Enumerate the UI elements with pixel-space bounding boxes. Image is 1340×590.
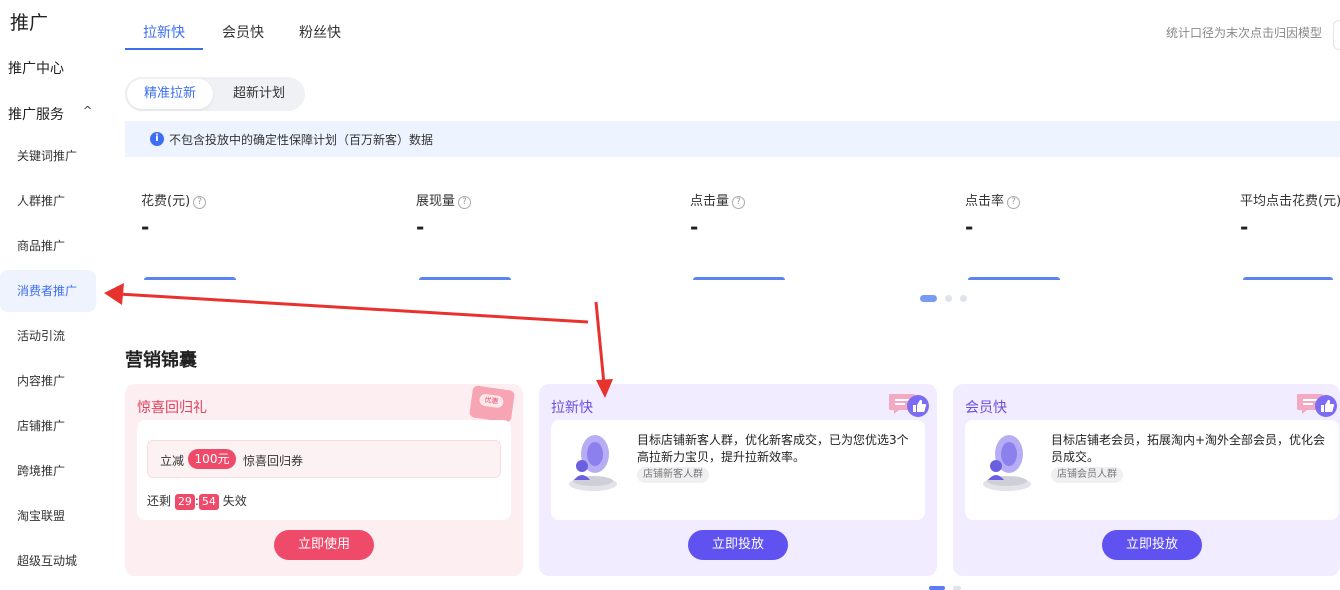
active-tab-indicator	[125, 48, 203, 50]
metric-value: -	[690, 215, 699, 239]
sidebar-item-keyword[interactable]: 关键词推广	[0, 135, 96, 177]
card-member: 会员快 目标店铺老会员，拓展淘内+淘外全部会员，优化会员成交。 店铺会员人群 立…	[953, 384, 1340, 576]
help-icon[interactable]: ?	[458, 196, 472, 209]
cards-carousel-dot-active[interactable]	[929, 586, 945, 590]
card-body: 立减 100元 惊喜回归券 还剩 29:54 失效	[137, 420, 511, 520]
coupon-amount: 100元	[188, 449, 236, 469]
card-description: 目标店铺新客人群，优化新客成交，已为您优选3个高拉新力宝贝，提升拉新效率。	[637, 433, 909, 464]
card-title: 拉新快	[551, 400, 593, 416]
metric-clicks: 点击量? -	[690, 190, 910, 239]
metric-sparkline	[1243, 277, 1333, 280]
coupon-prefix: 立减	[160, 454, 185, 468]
countdown-suffix: 失效	[222, 494, 247, 508]
metric-impressions: 展现量? -	[416, 190, 636, 239]
card-body: 目标店铺老会员，拓展淘内+淘外全部会员，优化会员成交。 店铺会员人群	[965, 420, 1339, 520]
use-now-button[interactable]: 立即使用	[274, 530, 374, 560]
metric-sparkline	[419, 277, 511, 280]
plan-segment: 精准拉新 超新计划	[125, 77, 305, 111]
sidebar: 推广 推广中心 推广服务 ^ 关键词推广 人群推广 商品推广 消费者推广 活动引…	[0, 0, 105, 590]
sidebar-item-interactive-city[interactable]: 超级互动城	[0, 540, 96, 582]
segment-precise[interactable]: 精准拉新	[127, 79, 213, 109]
new-customer-icon	[569, 435, 617, 491]
carousel-dot[interactable]	[960, 295, 967, 302]
tab-fans[interactable]: 粉丝快	[299, 22, 341, 42]
metric-label: 点击量	[690, 194, 730, 209]
coupon-ticket-icon: 优惠	[468, 385, 516, 423]
card-title: 惊喜回归礼	[137, 400, 207, 416]
sidebar-title: 推广	[10, 12, 49, 34]
card-description: 目标店铺老会员，拓展淘内+淘外全部会员，优化会员成交。	[1051, 433, 1326, 464]
carousel-dot[interactable]	[945, 295, 952, 302]
app-root: 推广 推广中心 推广服务 ^ 关键词推广 人群推广 商品推广 消费者推广 活动引…	[0, 0, 1340, 590]
member-icon	[983, 435, 1031, 491]
countdown-seconds: 54	[198, 494, 219, 510]
like-bubble-icon	[889, 394, 929, 417]
sidebar-item-shop[interactable]: 店铺推广	[0, 405, 96, 447]
sidebar-item-taobao-union[interactable]: 淘宝联盟	[0, 495, 96, 537]
sidebar-item-promo-center[interactable]: 推广中心	[8, 58, 64, 78]
sidebar-group-promo-service[interactable]: 推广服务	[8, 104, 64, 124]
audience-tag: 店铺新客人群	[637, 467, 709, 483]
metric-sparkline	[144, 277, 236, 280]
card-title: 会员快	[965, 400, 1007, 416]
chevron-up-icon[interactable]: ^	[83, 104, 92, 117]
metric-cost: 花费(元)? -	[141, 190, 361, 239]
tab-laxin[interactable]: 拉新快	[143, 22, 185, 42]
metric-ctr: 点击率? -	[965, 190, 1185, 239]
date-selector[interactable]	[1333, 20, 1340, 50]
section-title: 营销锦囊	[125, 350, 197, 371]
help-icon[interactable]: ?	[193, 196, 207, 209]
audience-tag: 店铺会员人群	[1051, 467, 1123, 483]
sidebar-item-content[interactable]: 内容推广	[0, 360, 96, 402]
metric-label: 点击率	[965, 194, 1005, 209]
help-icon[interactable]: ?	[1007, 196, 1021, 209]
like-bubble-icon	[1297, 394, 1337, 417]
metric-sparkline	[693, 277, 785, 280]
countdown-prefix: 还剩	[147, 494, 172, 508]
carousel-dot-active[interactable]	[920, 295, 937, 302]
sidebar-item-consumer[interactable]: 消费者推广	[0, 270, 96, 312]
metric-label: 花费(元)	[141, 194, 191, 209]
metric-sparkline	[968, 277, 1060, 280]
countdown-minutes: 29	[174, 494, 195, 510]
coupon-row: 立减 100元 惊喜回归券	[147, 440, 501, 478]
cards-carousel-dot[interactable]	[953, 586, 961, 590]
sidebar-item-crowd[interactable]: 人群推广	[0, 180, 96, 222]
attribution-note: 统计口径为末次点击归因模型	[1166, 26, 1323, 40]
metric-value: -	[965, 215, 974, 239]
tab-member[interactable]: 会员快	[222, 22, 264, 42]
sidebar-item-crossborder[interactable]: 跨境推广	[0, 450, 96, 492]
ticket-label: 优惠	[478, 393, 505, 409]
card-body: 目标店铺新客人群，优化新客成交，已为您优选3个高拉新力宝贝，提升拉新效率。 店铺…	[551, 420, 925, 520]
metric-value: -	[416, 215, 425, 239]
coupon-name: 惊喜回归券	[243, 454, 304, 468]
metric-label: 平均点击花费(元)	[1240, 194, 1340, 209]
arrow-to-card	[594, 301, 606, 385]
card-gift: 惊喜回归礼 优惠 立减 100元 惊喜回归券 还剩 29:54 失效 立即使用	[125, 384, 523, 576]
metric-label: 展现量	[416, 194, 456, 209]
arrowhead-left	[104, 283, 124, 305]
card-laxin: 拉新快 目标店铺新客人群，优化新客成交，已为您优选3个高拉新力宝贝，提升拉新效率…	[539, 384, 937, 576]
sidebar-item-product[interactable]: 商品推广	[0, 225, 96, 267]
segment-super-new[interactable]: 超新计划	[217, 79, 301, 109]
launch-laxin-button[interactable]: 立即投放	[688, 530, 788, 560]
countdown: 还剩 29:54 失效	[147, 492, 247, 510]
metric-avg-cpc: 平均点击花费(元)? -	[1240, 190, 1340, 239]
metric-value: -	[1240, 215, 1249, 239]
help-icon[interactable]: ?	[732, 196, 746, 209]
info-banner: i 不包含投放中的确定性保障计划（百万新客）数据	[125, 121, 1340, 157]
info-text: 不包含投放中的确定性保障计划（百万新客）数据	[169, 133, 434, 147]
launch-member-button[interactable]: 立即投放	[1102, 530, 1202, 560]
info-icon: i	[150, 132, 164, 146]
sidebar-item-activity[interactable]: 活动引流	[0, 315, 96, 357]
metric-value: -	[141, 215, 150, 239]
arrow-to-sidebar	[117, 292, 589, 324]
